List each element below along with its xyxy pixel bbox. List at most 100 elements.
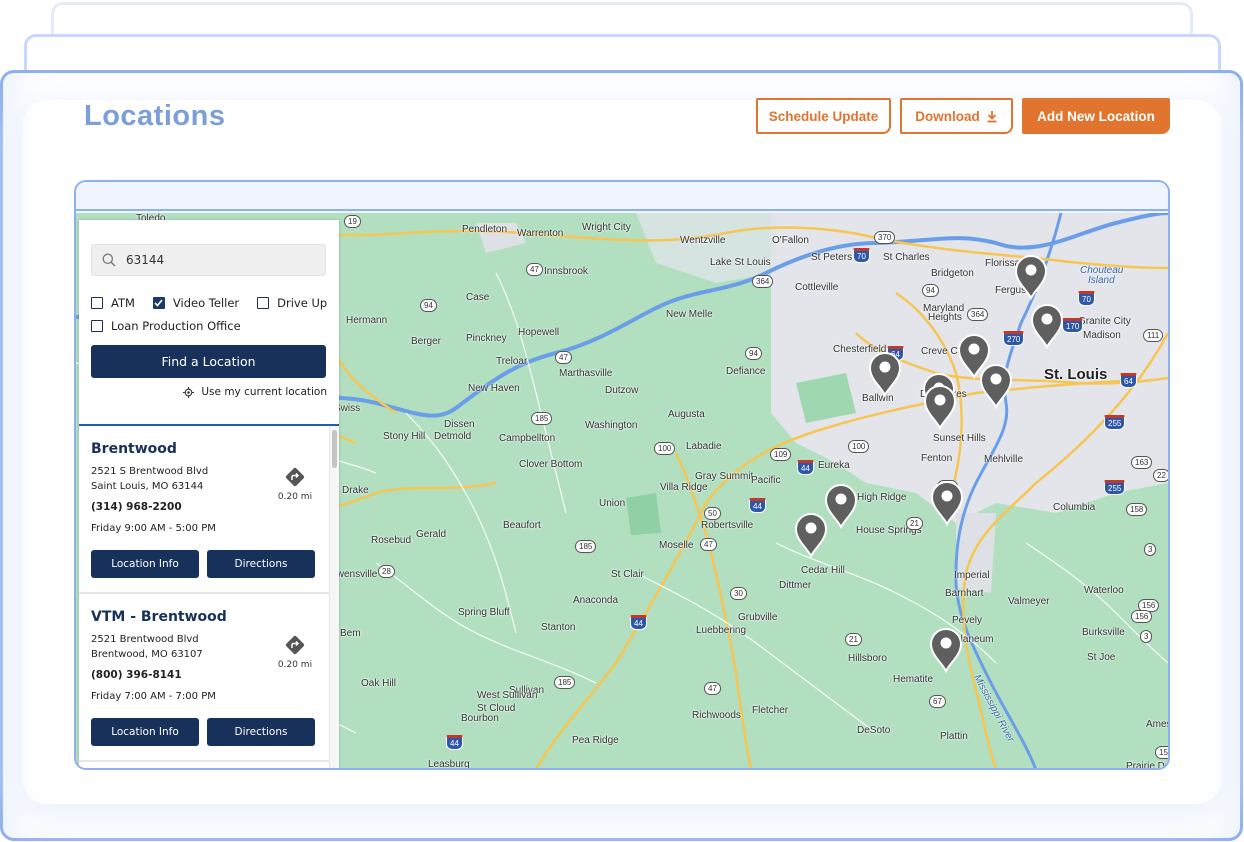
route-shield: 22 (1153, 469, 1168, 482)
map-label: Madison (1083, 330, 1121, 341)
location-finder-panel: ATM Video Teller Drive Up (79, 220, 339, 768)
location-pin[interactable] (930, 480, 964, 527)
map-label: Stony Hill (383, 431, 426, 442)
location-phone[interactable]: (314) 968-2200 (91, 501, 182, 513)
map-label: Fletcher (752, 705, 789, 716)
route-shield: 364 (752, 275, 774, 288)
route-shield: 47 (526, 263, 543, 276)
map-pin-icon (824, 484, 858, 530)
map-label: Burksville (1082, 627, 1125, 638)
checkbox-loan-production-office[interactable] (91, 319, 103, 332)
directions-button[interactable]: Directions (207, 550, 315, 578)
map-label: Villa Ridge (660, 482, 708, 493)
address-line-1: 2521 Brentwood Blvd (91, 634, 199, 645)
map-label: Marthasville (559, 368, 613, 379)
map-label: Imperial (954, 570, 990, 581)
map-label: Prairie Du (1126, 761, 1168, 770)
route-shield: 47 (704, 682, 721, 695)
route-shield: 94 (745, 347, 762, 360)
filter-label: Loan Production Office (111, 318, 241, 333)
route-shield: 364 (967, 308, 989, 321)
location-pin[interactable] (923, 384, 957, 431)
address-line-2: Brentwood, MO 63107 (91, 649, 203, 660)
use-current-location-link[interactable]: Use my current location (183, 386, 327, 398)
map-label: Richwoods (692, 710, 741, 721)
interstate-shield: 255 (1104, 415, 1126, 430)
add-new-location-button[interactable]: Add New Location (1022, 98, 1170, 134)
download-button[interactable]: Download (900, 98, 1013, 134)
map-label: Cottleville (795, 282, 839, 293)
location-pin[interactable] (1014, 254, 1048, 301)
route-shield: 370 (874, 231, 896, 244)
map-label: Berger (411, 336, 442, 347)
results-list: Brentwood 2521 S Brentwood Blvd Saint Lo… (79, 426, 339, 768)
find-location-button[interactable]: Find a Location (91, 345, 326, 378)
search-icon (102, 253, 116, 267)
map-label: Robertsville (701, 520, 754, 531)
map-label: Spring Bluff (458, 607, 510, 618)
scrollbar-thumb[interactable] (332, 430, 337, 468)
location-pin[interactable] (824, 483, 858, 530)
location-pin[interactable] (794, 512, 828, 559)
filter-loan-production-office[interactable]: Loan Production Office (91, 319, 241, 333)
interstate-shield: 44 (749, 498, 766, 513)
zip-search-input[interactable] (126, 253, 306, 267)
schedule-update-label: Schedule Update (768, 108, 879, 124)
filter-video-teller[interactable]: Video Teller (152, 295, 240, 310)
map-pin-icon (1030, 304, 1064, 350)
map[interactable]: Toledo Pendleton Warrenton Wright City W… (76, 213, 1168, 770)
filter-drive-up[interactable]: Drive Up (257, 296, 327, 310)
map-card-header (76, 182, 1168, 211)
distance-directions[interactable]: 0.20 mi (275, 634, 315, 670)
map-label: Pinckney (466, 333, 507, 344)
route-shield: 155 (1155, 746, 1168, 759)
results-scrollbar[interactable] (329, 426, 339, 768)
map-label: St Clair (611, 569, 644, 580)
schedule-update-button[interactable]: Schedule Update (756, 98, 891, 134)
map-label: Luebbering (696, 625, 747, 636)
checkbox-video-teller[interactable] (152, 296, 165, 309)
route-shield: 109 (770, 448, 792, 461)
route-shield: 67 (929, 695, 946, 708)
filter-label: Video Teller (172, 295, 240, 310)
map-label: Valmeyer (1008, 596, 1050, 607)
location-pin[interactable] (979, 363, 1013, 410)
location-info-button[interactable]: Location Info (91, 718, 199, 746)
map-label: Bem (340, 628, 361, 639)
distance-directions[interactable]: 0.20 mi (275, 466, 315, 502)
map-label: Waterloo (1084, 585, 1124, 596)
map-pin-icon (929, 628, 963, 674)
route-shield: 47 (700, 538, 717, 551)
page-title: Locations (84, 100, 226, 132)
map-label: O'Fallon (772, 235, 809, 246)
location-info-button[interactable]: Location Info (91, 550, 199, 578)
map-card: Toledo Pendleton Warrenton Wright City W… (74, 180, 1170, 770)
location-hours: Friday 7:00 AM - 7:00 PM (91, 691, 216, 702)
interstate-shield: 70 (853, 248, 870, 263)
route-shield: 47 (555, 351, 572, 364)
map-label: West Sullivan (477, 690, 538, 701)
map-label: Hermann (346, 315, 388, 326)
route-shield: 111 (1143, 329, 1164, 342)
map-label: Hopewell (518, 327, 560, 338)
map-label: Dittmer (779, 580, 812, 591)
interstate-shield: 270 (1003, 331, 1025, 346)
map-label: Eureka (818, 460, 850, 471)
location-pin[interactable] (868, 351, 902, 398)
filter-atm[interactable]: ATM (91, 296, 135, 310)
map-label: Bourbon (461, 713, 499, 724)
location-pin[interactable] (929, 627, 963, 674)
use-current-location-label: Use my current location (201, 386, 327, 398)
directions-button[interactable]: Directions (207, 718, 315, 746)
map-label: Grubville (738, 612, 778, 623)
location-name[interactable]: Brentwood (91, 441, 177, 457)
location-name[interactable]: VTM - Brentwood (91, 609, 227, 625)
checkbox-drive-up[interactable] (257, 296, 270, 309)
location-phone[interactable]: (800) 396-8141 (91, 669, 182, 681)
map-label: Fenton (921, 453, 953, 464)
route-shield: 21 (906, 517, 923, 530)
checkbox-atm[interactable] (91, 296, 103, 309)
location-pin[interactable] (1030, 303, 1064, 350)
map-label: Warrenton (517, 228, 564, 239)
search-field[interactable] (91, 244, 326, 276)
